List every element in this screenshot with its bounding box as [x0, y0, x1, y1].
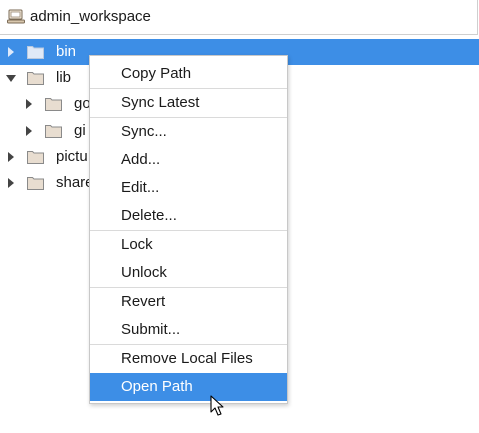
tree-item-label: share	[56, 174, 94, 191]
menu-item-label: Copy Path	[121, 65, 192, 82]
menu-item-label: Add...	[121, 151, 161, 168]
menu-item-sync[interactable]: Sync...	[90, 118, 287, 146]
folder-icon	[27, 177, 44, 190]
menu-item-label: Submit...	[121, 321, 181, 338]
menu-item-label: Remove Local Files	[121, 350, 253, 367]
context-menu: Copy Path Sync Latest Sync... Add... Edi…	[89, 55, 288, 404]
collapse-arrow-icon[interactable]	[6, 75, 16, 82]
expand-arrow-icon[interactable]	[26, 99, 32, 109]
expand-arrow-icon[interactable]	[8, 152, 14, 162]
workspace-icon	[7, 9, 25, 24]
menu-item-revert[interactable]: Revert	[90, 288, 287, 316]
menu-item-remove-local-files[interactable]: Remove Local Files	[90, 345, 287, 373]
folder-icon	[27, 151, 44, 164]
menu-item-submit[interactable]: Submit...	[90, 316, 287, 344]
app-window: admin_workspace bin lib go gi pictu shar…	[0, 0, 479, 433]
menu-item-add[interactable]: Add...	[90, 146, 287, 174]
tree-item-label: bin	[56, 43, 77, 60]
folder-icon	[27, 46, 44, 59]
menu-item-unlock[interactable]: Unlock	[90, 259, 287, 287]
expand-arrow-icon[interactable]	[8, 47, 14, 57]
menu-item-label: Edit...	[121, 179, 160, 196]
expand-arrow-icon[interactable]	[26, 126, 32, 136]
menu-item-label: Sync Latest	[121, 94, 200, 111]
tree-item-label: gi	[74, 122, 86, 139]
menu-item-copy-path[interactable]: Copy Path	[90, 60, 287, 88]
menu-item-label: Unlock	[121, 264, 167, 281]
menu-item-sync-latest[interactable]: Sync Latest	[90, 89, 287, 117]
menu-item-delete[interactable]: Delete...	[90, 202, 287, 230]
menu-item-label: Sync...	[121, 123, 167, 140]
tree-item-label: lib	[56, 69, 72, 86]
folder-icon	[45, 98, 62, 111]
workspace-header[interactable]: admin_workspace	[0, 0, 478, 35]
folder-icon	[27, 72, 44, 85]
folder-icon	[45, 125, 62, 138]
menu-item-label: Lock	[121, 236, 153, 253]
menu-item-label: Revert	[121, 293, 166, 310]
menu-item-label: Open Path	[121, 378, 193, 395]
menu-item-lock[interactable]: Lock	[90, 231, 287, 259]
tree-item-label: pictu	[56, 148, 88, 165]
menu-item-edit[interactable]: Edit...	[90, 174, 287, 202]
menu-item-open-path[interactable]: Open Path	[90, 373, 287, 401]
menu-item-label: Delete...	[121, 207, 177, 224]
workspace-title: admin_workspace	[30, 8, 151, 25]
expand-arrow-icon[interactable]	[8, 178, 14, 188]
mouse-cursor-icon	[210, 395, 224, 416]
